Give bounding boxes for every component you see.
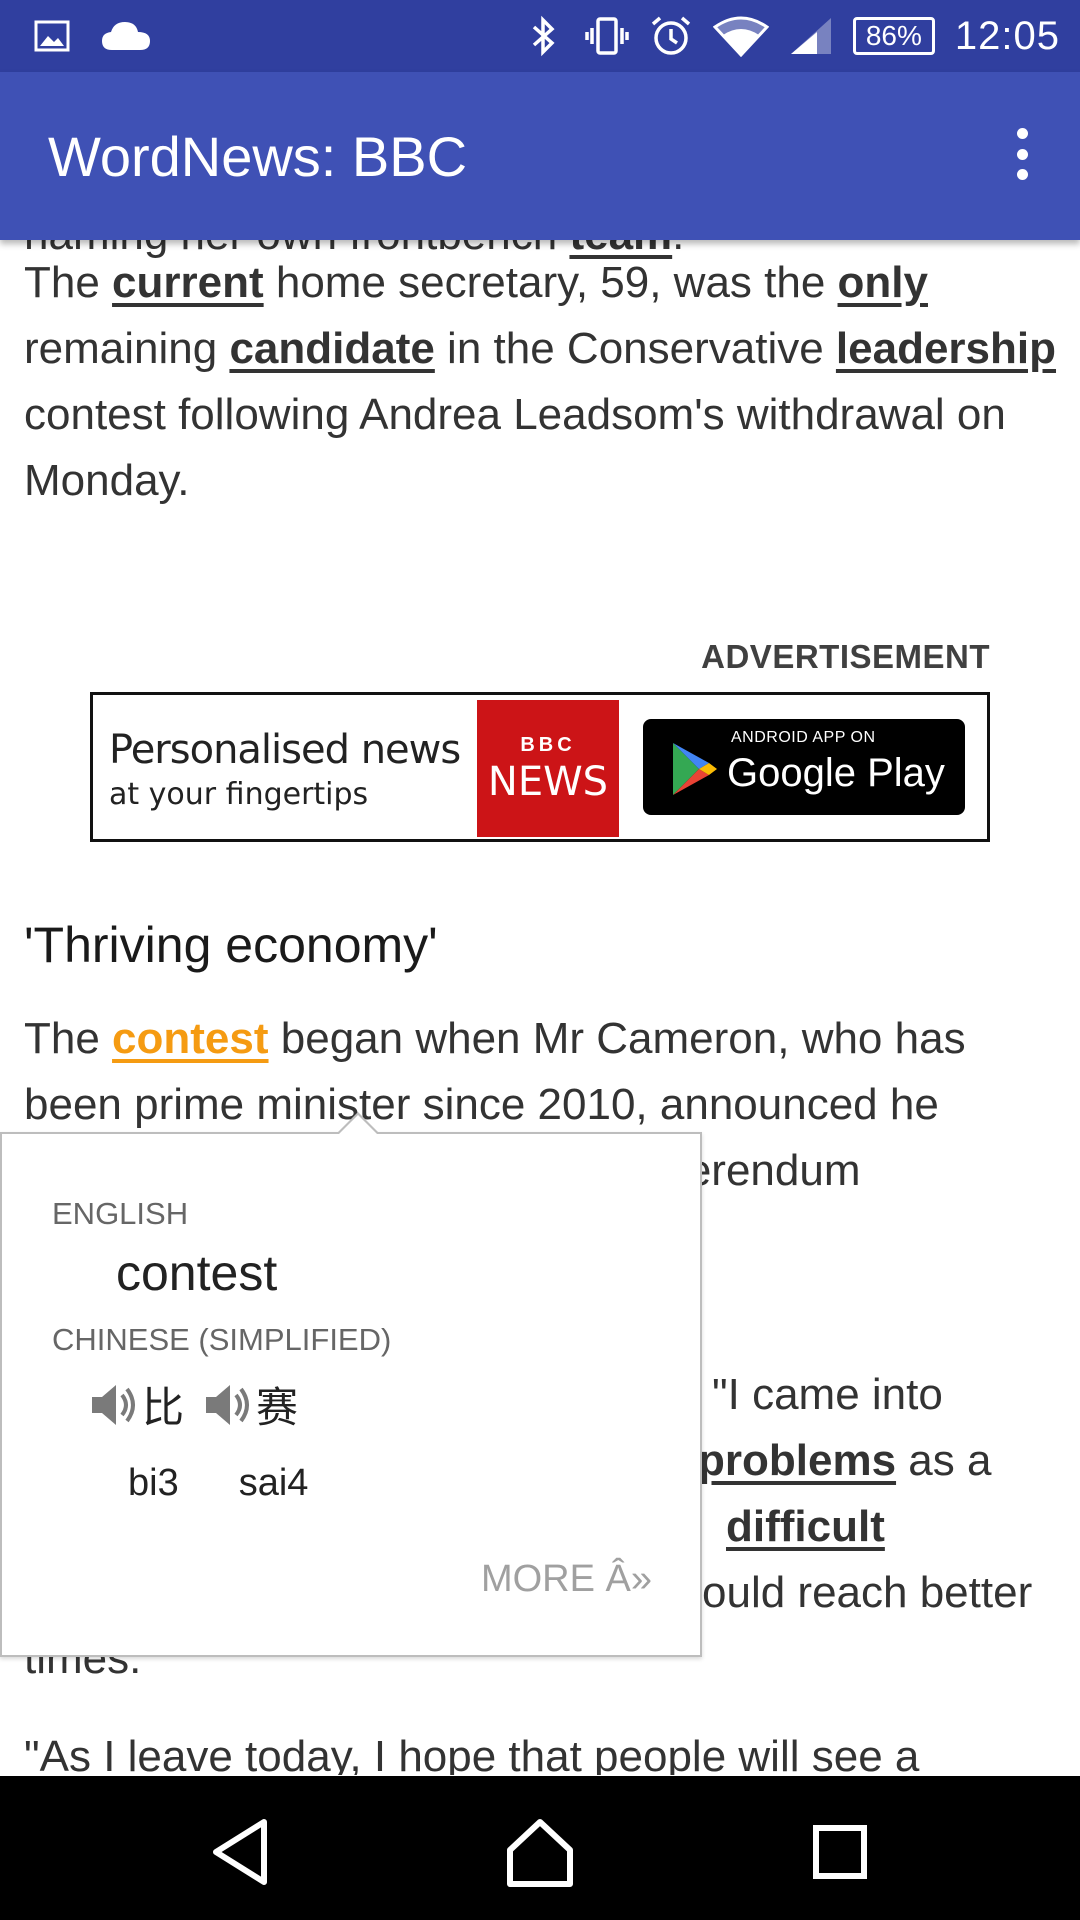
- ad-headline: Personalised news: [109, 727, 461, 773]
- image-icon: [30, 14, 74, 58]
- source-word: contest: [116, 1245, 278, 1301]
- more-button[interactable]: MORE Â»: [481, 1558, 652, 1601]
- keyword-link[interactable]: only: [838, 258, 928, 307]
- bluetooth-icon: [521, 14, 565, 58]
- pinyin: bi3: [128, 1462, 179, 1504]
- section-heading: 'Thriving economy': [24, 917, 438, 973]
- back-icon[interactable]: [200, 1812, 280, 1892]
- cellular-signal-icon: [789, 14, 833, 58]
- ad-subline: at your fingertips: [109, 777, 369, 812]
- google-play-badge[interactable]: ANDROID APP ON Google Play: [643, 719, 965, 815]
- chinese-character: 赛: [256, 1383, 299, 1432]
- pinyin: sai4: [238, 1462, 309, 1504]
- bbc-news-logo: BBC NEWS: [477, 700, 619, 837]
- keyword-link[interactable]: difficult: [726, 1502, 885, 1551]
- article-paragraph-fragment: ould reach better: [702, 1568, 1033, 1617]
- chinese-character: 比: [142, 1383, 185, 1432]
- speaker-icon[interactable]: [202, 1379, 254, 1431]
- keyword-link[interactable]: leadership: [836, 324, 1056, 373]
- article-paragraph: "As I leave today, I hope that people wi…: [24, 1732, 920, 1775]
- target-language-label: CHINESE (SIMPLIFIED): [52, 1322, 392, 1357]
- article-paragraph-fragment: problems as a: [698, 1436, 992, 1485]
- pinyin-row: bi3 sai4: [128, 1462, 308, 1505]
- character-item: 比: [88, 1374, 184, 1435]
- cloud-icon: [100, 14, 152, 58]
- source-language-label: ENGLISH: [52, 1196, 189, 1231]
- translation-popup: ENGLISH contest CHINESE (SIMPLIFIED) 比 赛…: [0, 1112, 702, 1657]
- alarm-icon: [649, 14, 693, 58]
- overflow-menu-icon: [1016, 128, 1028, 139]
- navigation-bar: [0, 1776, 1080, 1920]
- wifi-icon: [712, 14, 769, 58]
- advertisement-banner[interactable]: Personalised news at your fingertips BBC…: [90, 692, 990, 842]
- keyword-link[interactable]: current: [112, 258, 264, 307]
- translation-characters: 比 赛: [88, 1374, 316, 1435]
- google-play-icon: [673, 743, 717, 795]
- vibrate-icon: [585, 14, 629, 58]
- keyword-link-active[interactable]: contest: [112, 1014, 268, 1063]
- status-bar: 86% 12:05: [0, 0, 1080, 72]
- advertisement-label: ADVERTISEMENT: [701, 638, 990, 675]
- home-icon[interactable]: [500, 1812, 580, 1892]
- speaker-icon[interactable]: [88, 1379, 140, 1431]
- recents-icon[interactable]: [800, 1812, 880, 1892]
- app-title: WordNews: BBC: [48, 125, 468, 188]
- overflow-menu-button[interactable]: [994, 122, 1050, 186]
- character-item: 赛: [202, 1374, 298, 1435]
- app-bar: WordNews: BBC: [0, 72, 1080, 240]
- battery-indicator: 86%: [852, 17, 935, 55]
- article-paragraph-fragment: difficult: [726, 1494, 1066, 1560]
- article-paragraph-fragment: "I came into: [712, 1370, 943, 1419]
- keyword-link[interactable]: problems: [698, 1436, 896, 1485]
- keyword-link[interactable]: candidate: [229, 324, 434, 373]
- clock: 12:05: [954, 13, 1060, 58]
- article-paragraph: The current home secretary, 59, was the …: [24, 258, 1057, 505]
